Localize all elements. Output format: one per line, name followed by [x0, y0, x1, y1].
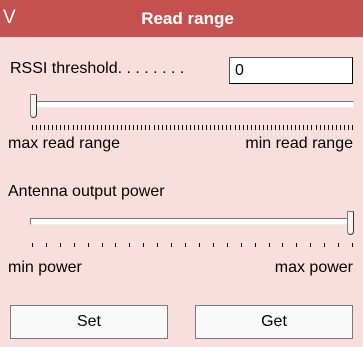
power-slider-track[interactable]	[30, 218, 354, 225]
rssi-threshold-label: RSSI threshold. . . . . . . .	[10, 60, 184, 78]
read-range-slider-thumb[interactable]	[30, 94, 37, 118]
power-min-label: min power	[8, 259, 82, 276]
rssi-leader-dots: . . . . . . . .	[117, 60, 185, 77]
panel-header: V Read range	[0, 0, 363, 37]
read-range-min-label: max read range	[8, 135, 121, 152]
power-max-label: max power	[274, 259, 353, 276]
read-range-max-label: min read range	[245, 135, 353, 152]
antenna-power-label: Antenna output power	[8, 183, 165, 200]
read-range-panel: V Read range RSSI threshold. . . . . . .…	[0, 0, 363, 347]
read-range-slider-ticks	[32, 125, 353, 130]
power-slider-ticks	[32, 243, 353, 247]
read-range-slider-track[interactable]	[30, 101, 354, 108]
panel-title: Read range	[141, 9, 234, 28]
rssi-threshold-text: RSSI threshold	[10, 60, 118, 77]
rssi-threshold-input[interactable]: 0	[229, 57, 353, 84]
set-button[interactable]: Set	[10, 305, 168, 339]
power-slider-thumb[interactable]	[347, 211, 354, 235]
get-button[interactable]: Get	[195, 305, 353, 339]
